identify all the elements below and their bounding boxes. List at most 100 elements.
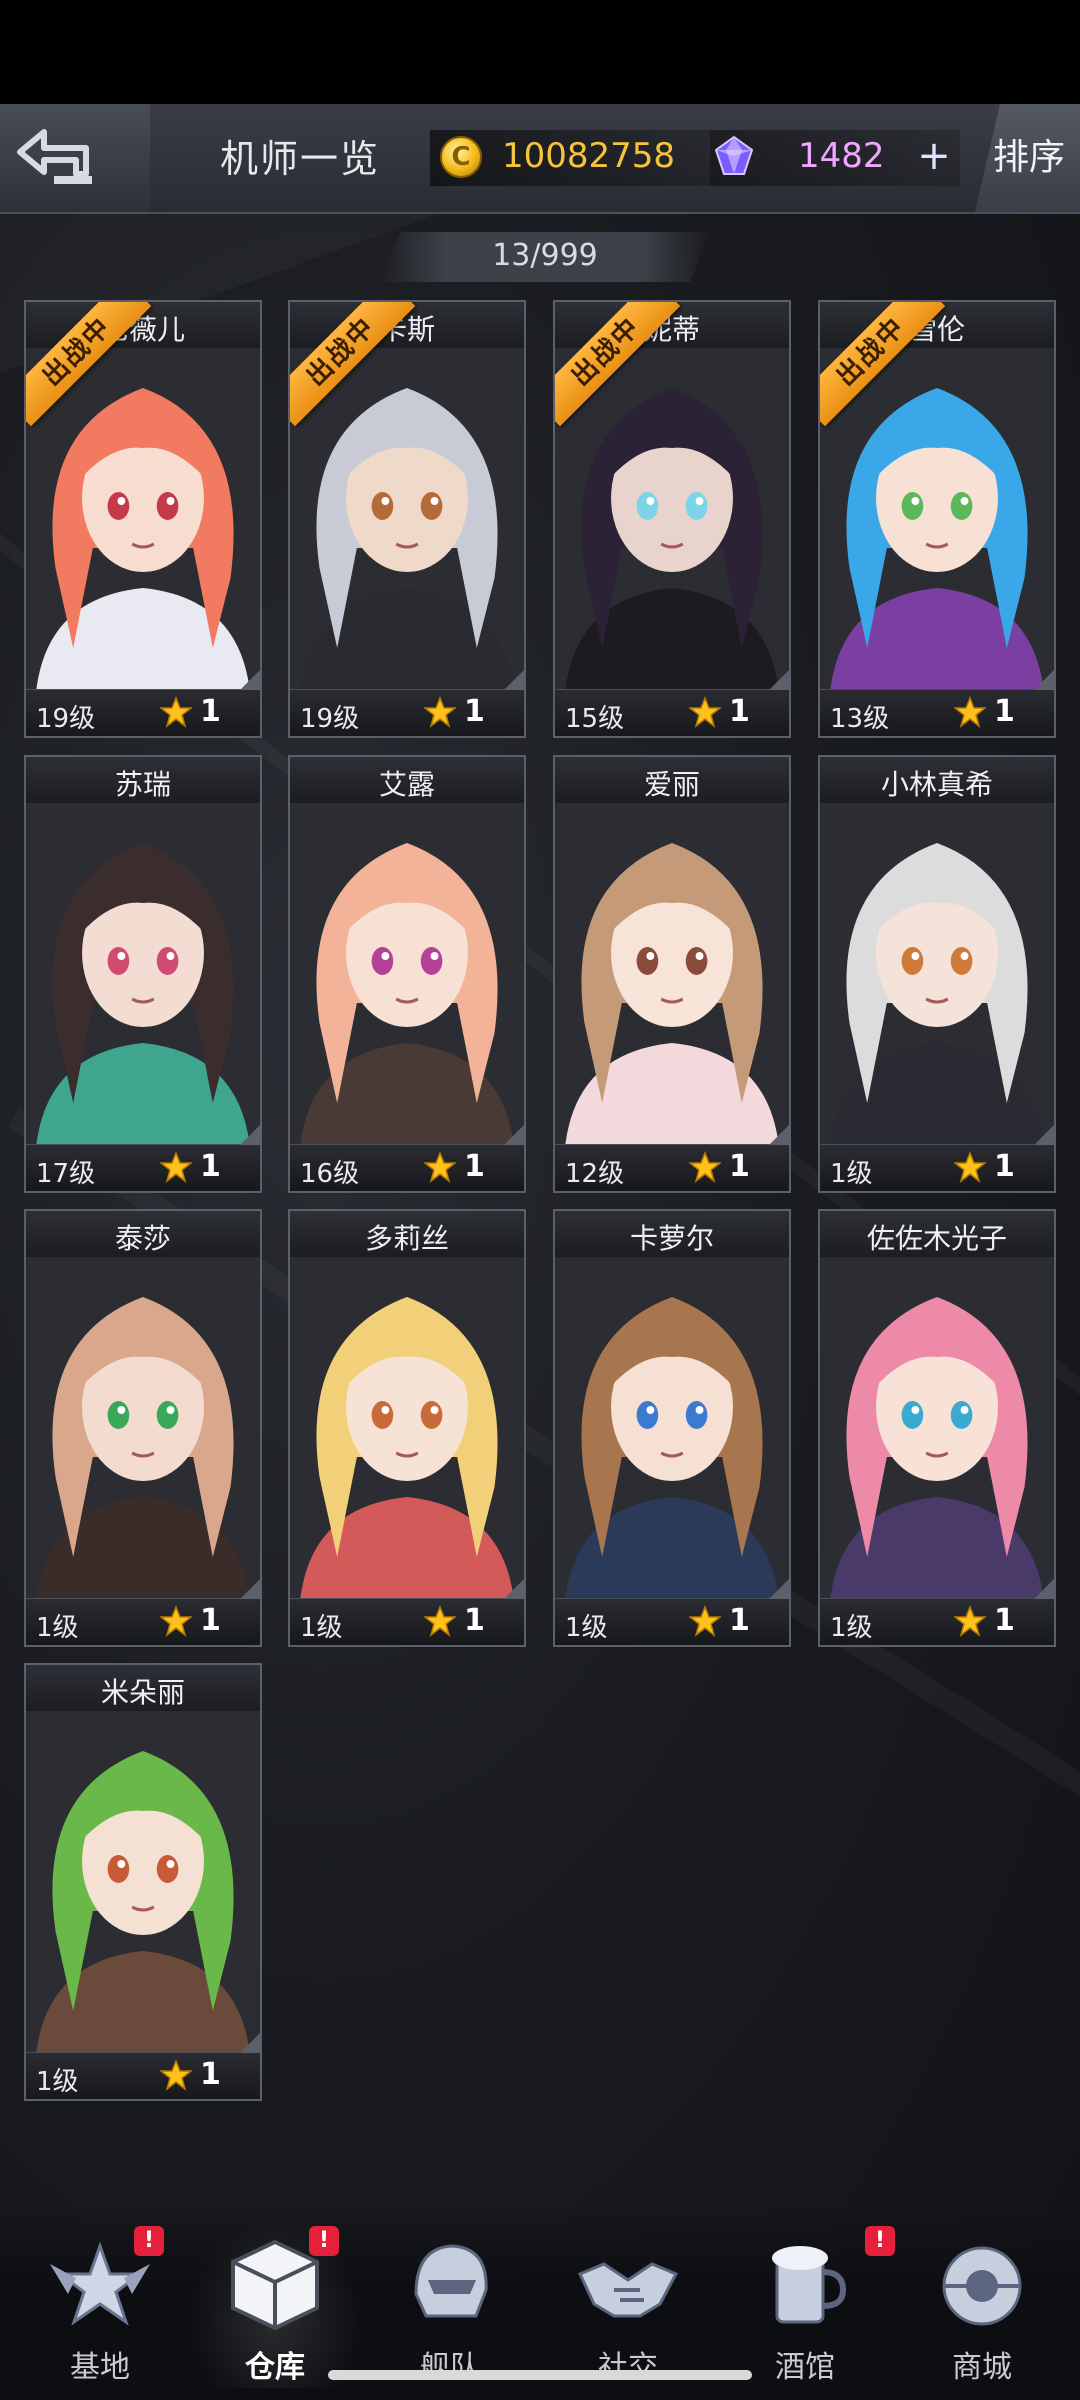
gold-coin-icon: C xyxy=(440,136,482,178)
pilot-portrait xyxy=(290,1257,524,1603)
status-bar xyxy=(0,0,1080,104)
pilot-count: 13/999 xyxy=(492,238,598,273)
card-name-bar: 多莉丝 xyxy=(290,1211,524,1258)
page-title: 机师一览 xyxy=(220,137,381,181)
pilot-portrait-image xyxy=(555,803,789,1149)
pilot-portrait xyxy=(290,803,524,1149)
add-gem-button[interactable]: + xyxy=(912,136,956,180)
card-footer: 17级 1 xyxy=(26,1144,260,1191)
star-icon xyxy=(160,1151,192,1183)
pilot-name: 米朵丽 xyxy=(100,1676,185,1709)
star-icon xyxy=(689,1605,721,1637)
star-icon xyxy=(424,1605,456,1637)
sort-button[interactable]: 排序 xyxy=(975,104,1080,212)
pilot-level: 15级 xyxy=(565,704,625,734)
star-icon xyxy=(689,1151,721,1183)
pilot-card[interactable]: 苏瑞 17级 1 xyxy=(24,755,262,1193)
pilot-card[interactable]: 艾露 16级 1 xyxy=(288,755,526,1193)
pilot-card[interactable]: 多莉丝 1级 1 xyxy=(288,1209,526,1647)
pilot-name: 佐佐木光子 xyxy=(866,1222,1007,1255)
pilot-level: 1级 xyxy=(36,2067,79,2097)
nav-shop-label: 商城 xyxy=(952,2350,1012,2385)
diamond-gem-icon xyxy=(714,135,754,175)
pilot-card[interactable]: 爱丽 12级 1 xyxy=(553,755,791,1193)
star-count: 1 xyxy=(994,694,1015,729)
card-name-bar: 苏瑞 xyxy=(26,757,260,804)
card-corner-accent xyxy=(504,1125,524,1145)
pilot-level: 1级 xyxy=(300,1613,343,1643)
pilot-card[interactable]: 泰莎 1级 1 xyxy=(24,1209,262,1647)
nav-tavern[interactable]: ! 酒馆 xyxy=(735,2226,895,2385)
pilot-portrait xyxy=(820,1257,1054,1603)
pilot-portrait xyxy=(820,348,1054,694)
card-footer: 1级 1 xyxy=(555,1598,789,1645)
pilot-portrait xyxy=(26,348,260,694)
card-corner-accent xyxy=(1034,1125,1054,1145)
nav-shop[interactable]: 商城 xyxy=(912,2226,1052,2385)
pilot-portrait-image xyxy=(820,803,1054,1149)
pilot-portrait xyxy=(555,1257,789,1603)
nav-base[interactable]: ! 基地 xyxy=(30,2226,170,2385)
pilot-portrait-image xyxy=(290,1257,524,1603)
card-name-bar: 佐佐木光子 xyxy=(820,1211,1054,1258)
star-icon xyxy=(954,1151,986,1183)
card-corner-accent xyxy=(240,670,260,690)
star-icon xyxy=(160,1605,192,1637)
base-alert-badge: ! xyxy=(134,2226,164,2256)
pilot-portrait-image xyxy=(290,803,524,1149)
top-header: 机师一览 C 10082758 1482 + 排序 xyxy=(0,104,1080,214)
home-indicator[interactable] xyxy=(328,2370,752,2380)
pilot-portrait-image xyxy=(26,348,260,694)
pilot-level: 1级 xyxy=(565,1613,608,1643)
pilot-card[interactable]: 卡斯 出战中 19级 1 xyxy=(288,300,526,738)
pilot-portrait-image xyxy=(26,803,260,1149)
beer-mug-icon xyxy=(772,2246,847,2324)
pilot-level: 19级 xyxy=(300,704,360,734)
card-name-bar: 爱丽 xyxy=(555,757,789,804)
star-count: 1 xyxy=(994,1149,1015,1184)
card-corner-accent xyxy=(1034,1579,1054,1599)
pilot-card[interactable]: 米朵丽 1级 1 xyxy=(24,1663,262,2101)
pilot-name: 苏瑞 xyxy=(114,768,171,801)
card-name-bar: 米朵丽 xyxy=(26,1665,260,1712)
back-button[interactable] xyxy=(0,104,150,212)
star-count: 1 xyxy=(729,1603,750,1638)
card-corner-accent xyxy=(240,1579,260,1599)
nav-base-label: 基地 xyxy=(70,2350,130,2385)
pilot-card[interactable]: 尼薇儿 出战中 19级 1 xyxy=(24,300,262,738)
pilot-card[interactable]: 妮蒂 出战中 15级 1 xyxy=(553,300,791,738)
card-corner-accent xyxy=(769,1579,789,1599)
nav-warehouse-label: 仓库 xyxy=(245,2350,305,2385)
pilot-card[interactable]: 雪伦 出战中 13级 1 xyxy=(818,300,1056,738)
star-icon xyxy=(689,696,721,728)
card-corner-accent xyxy=(240,1125,260,1145)
star-icon xyxy=(954,696,986,728)
pilot-name: 小林真希 xyxy=(880,768,993,801)
pilot-portrait xyxy=(555,803,789,1149)
nav-warehouse[interactable]: ! 仓库 xyxy=(185,2218,365,2388)
star-count: 1 xyxy=(464,1149,485,1184)
nav-social[interactable]: 社交 xyxy=(558,2226,698,2385)
pilot-portrait-image xyxy=(26,1711,260,2057)
star-icon xyxy=(424,696,456,728)
pilot-name: 爱丽 xyxy=(643,768,700,801)
pilot-level: 1级 xyxy=(830,1613,873,1643)
pilot-portrait xyxy=(26,1257,260,1603)
pilot-level: 12级 xyxy=(565,1159,625,1189)
pilot-card[interactable]: 小林真希 1级 1 xyxy=(818,755,1056,1193)
star-icon xyxy=(954,1605,986,1637)
card-footer: 1级 1 xyxy=(820,1144,1054,1191)
pilot-portrait xyxy=(555,348,789,694)
pilot-portrait xyxy=(820,803,1054,1149)
pilot-portrait-image xyxy=(820,1257,1054,1603)
tavern-alert-badge: ! xyxy=(865,2226,895,2256)
gold-amount: 10082758 xyxy=(502,136,676,176)
pilot-card[interactable]: 卡萝尔 1级 1 xyxy=(553,1209,791,1647)
pilot-name: 多莉丝 xyxy=(364,1222,449,1255)
card-footer: 19级 1 xyxy=(290,689,524,736)
pilot-portrait xyxy=(26,1711,260,2057)
pilot-card[interactable]: 佐佐木光子 1级 1 xyxy=(818,1209,1056,1647)
pilot-portrait-image xyxy=(820,348,1054,694)
nav-hangar[interactable]: 舰队 xyxy=(380,2226,520,2385)
card-footer: 16级 1 xyxy=(290,1144,524,1191)
